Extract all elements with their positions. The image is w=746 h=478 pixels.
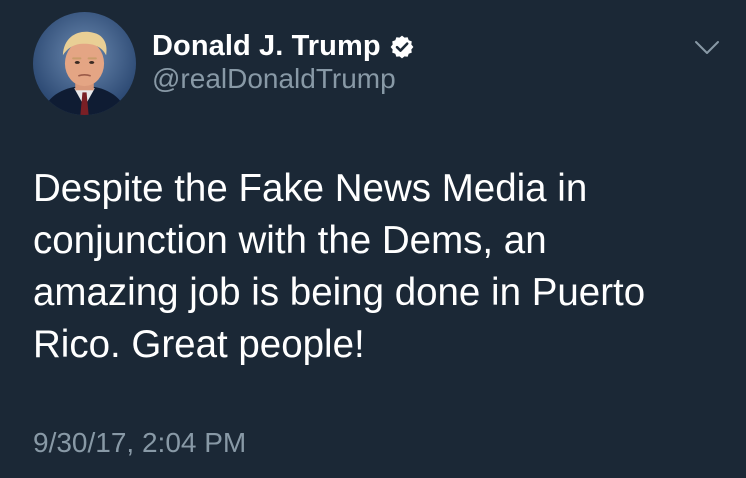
tweet-text-line: conjunction with the Dems, an [33,219,547,262]
tweet-text-line: Despite the Fake News Media in [33,167,588,210]
verified-badge-icon [389,34,415,60]
tweet-text: Despite the Fake News Media in conjuncti… [33,163,733,371]
avatar[interactable] [33,12,136,115]
avatar-image [41,31,128,115]
author-handle[interactable]: @realDonaldTrump [152,63,396,95]
tweet-text-line: amazing job is being done in Puerto [33,271,646,314]
author-name-row: Donald J. Trump [152,28,415,64]
tweet-menu-button[interactable] [690,34,724,62]
tweet-timestamp[interactable]: 9/30/17, 2:04 PM [33,427,246,459]
chevron-down-icon [695,41,719,54]
tweet-card: Donald J. Trump @realDonaldTrump Despite… [0,0,746,478]
tweet-text-line: Rico. Great people! [33,323,365,366]
author-name[interactable]: Donald J. Trump [152,30,381,63]
